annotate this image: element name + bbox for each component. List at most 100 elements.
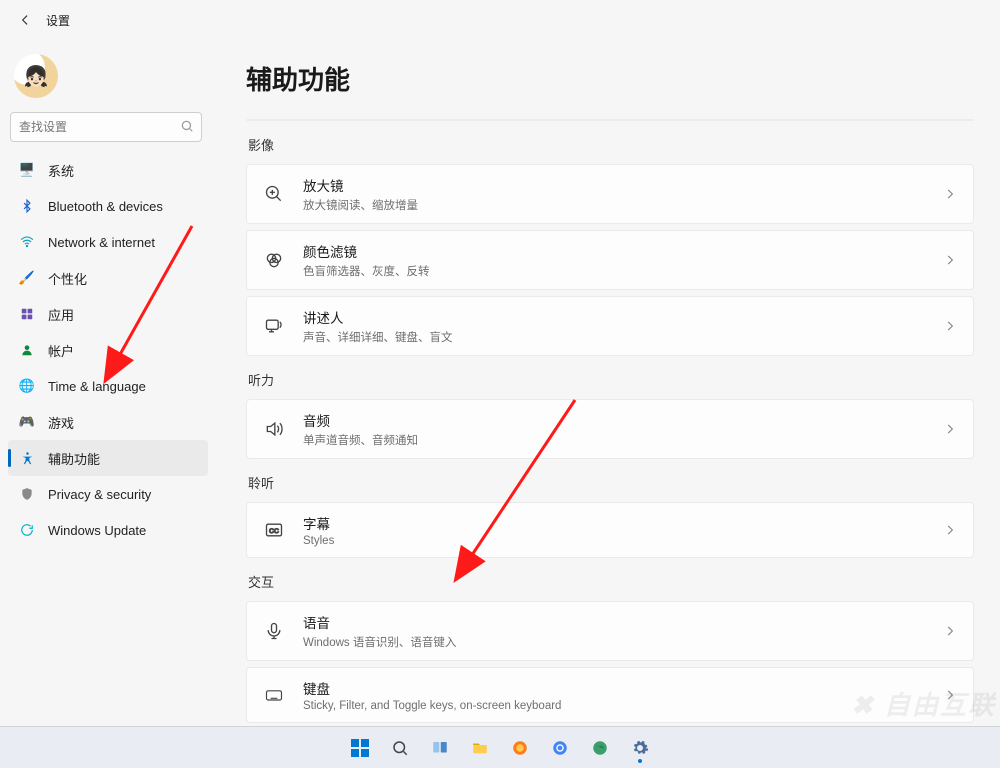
sidebar-item-system[interactable]: 🖥️ 系统 bbox=[8, 152, 208, 188]
gaming-icon: 🎮 bbox=[18, 413, 36, 431]
card-sub: 单声道音频、音频通知 bbox=[303, 432, 943, 448]
card-text: 语音 Windows 语音识别、语音键入 bbox=[303, 612, 943, 650]
sidebar-item-bluetooth[interactable]: Bluetooth & devices bbox=[8, 188, 208, 224]
card-captions[interactable]: CC 字幕 Styles bbox=[246, 502, 974, 558]
sidebar-item-gaming[interactable]: 🎮 游戏 bbox=[8, 404, 208, 440]
card-text: 键盘 Sticky, Filter, and Toggle keys, on-s… bbox=[303, 678, 943, 712]
card-audio[interactable]: 音频 单声道音频、音频通知 bbox=[246, 399, 974, 459]
taskbar-explorer[interactable] bbox=[463, 731, 497, 765]
sidebar-item-apps[interactable]: 应用 bbox=[8, 296, 208, 332]
sidebar-item-label: 应用 bbox=[48, 305, 74, 324]
card-title: 键盘 bbox=[303, 678, 943, 698]
sidebar-item-label: 游戏 bbox=[48, 413, 74, 432]
chevron-right-icon bbox=[943, 624, 957, 638]
card-text: 颜色滤镜 色盲筛选器、灰度、反转 bbox=[303, 241, 943, 279]
sidebar-item-label: 帐户 bbox=[48, 341, 74, 360]
color-filter-icon bbox=[263, 249, 285, 271]
card-title: 字幕 bbox=[303, 513, 943, 533]
header-title: 设置 bbox=[46, 12, 70, 29]
sidebar-item-privacy[interactable]: Privacy & security bbox=[8, 476, 208, 512]
main-content: 辅助功能 影像 放大镜 放大镜阅读、缩放增量 颜色滤镜 色 bbox=[212, 40, 1000, 726]
card-narrator[interactable]: 讲述人 声音、详细详细、键盘、盲文 bbox=[246, 296, 974, 356]
taskbar-browser-chrome[interactable] bbox=[543, 731, 577, 765]
taskbar-app-globe[interactable] bbox=[583, 731, 617, 765]
back-button[interactable] bbox=[12, 7, 38, 33]
card-magnifier[interactable]: 放大镜 放大镜阅读、缩放增量 bbox=[246, 164, 974, 224]
sidebar-item-label: 系统 bbox=[48, 161, 74, 180]
window-header: 设置 bbox=[0, 0, 1000, 40]
card-sub: Styles bbox=[303, 535, 943, 547]
card-title: 语音 bbox=[303, 612, 943, 632]
card-title: 放大镜 bbox=[303, 175, 943, 195]
card-keyboard[interactable]: 键盘 Sticky, Filter, and Toggle keys, on-s… bbox=[246, 667, 974, 723]
sidebar: 👧🏻 🖥️ 系统 Bluetooth & devices bbox=[0, 40, 212, 726]
chevron-right-icon bbox=[943, 253, 957, 267]
card-sub: 放大镜阅读、缩放增量 bbox=[303, 197, 943, 213]
card-title: 音频 bbox=[303, 410, 943, 430]
cc-icon: CC bbox=[263, 519, 285, 541]
taskbar-settings[interactable] bbox=[623, 731, 657, 765]
search-box[interactable] bbox=[10, 112, 202, 142]
brush-icon: 🖌️ bbox=[18, 269, 36, 287]
narrator-icon bbox=[263, 315, 285, 337]
card-sub: 声音、详细详细、键盘、盲文 bbox=[303, 329, 943, 345]
chevron-right-icon bbox=[943, 422, 957, 436]
audio-icon bbox=[263, 418, 285, 440]
sidebar-item-label: Windows Update bbox=[48, 523, 146, 538]
taskbar-start[interactable] bbox=[343, 731, 377, 765]
sidebar-item-label: Time & language bbox=[48, 379, 146, 394]
taskbar bbox=[0, 726, 1000, 768]
card-title: 讲述人 bbox=[303, 307, 943, 327]
card-text: 字幕 Styles bbox=[303, 513, 943, 547]
settings-window: 设置 👧🏻 🖥️ 系统 bbox=[0, 0, 1000, 768]
sidebar-item-label: Privacy & security bbox=[48, 487, 151, 502]
card-title: 颜色滤镜 bbox=[303, 241, 943, 261]
apps-icon bbox=[18, 305, 36, 323]
taskbar-search[interactable] bbox=[383, 731, 417, 765]
update-icon bbox=[18, 521, 36, 539]
section-hearing-label: 听力 bbox=[248, 370, 974, 389]
taskbar-browser-firefox[interactable] bbox=[503, 731, 537, 765]
shield-icon bbox=[18, 485, 36, 503]
wifi-icon bbox=[18, 233, 36, 251]
chevron-right-icon bbox=[943, 688, 957, 702]
system-icon: 🖥️ bbox=[18, 161, 36, 179]
avatar-wrap: 👧🏻 bbox=[8, 46, 208, 112]
sidebar-item-label: 个性化 bbox=[48, 269, 87, 288]
chevron-right-icon bbox=[943, 319, 957, 333]
chevron-right-icon bbox=[943, 187, 957, 201]
magnifier-icon bbox=[263, 183, 285, 205]
search-input[interactable] bbox=[10, 112, 202, 142]
person-icon bbox=[18, 341, 36, 359]
globe-icon: 🌐 bbox=[18, 377, 36, 395]
sidebar-item-label: Network & internet bbox=[48, 235, 155, 250]
card-text: 讲述人 声音、详细详细、键盘、盲文 bbox=[303, 307, 943, 345]
section-interact-label: 交互 bbox=[248, 572, 974, 591]
bluetooth-icon bbox=[18, 197, 36, 215]
divider bbox=[246, 119, 974, 121]
chevron-right-icon bbox=[943, 523, 957, 537]
card-speech[interactable]: 语音 Windows 语音识别、语音键入 bbox=[246, 601, 974, 661]
sidebar-item-windows-update[interactable]: Windows Update bbox=[8, 512, 208, 548]
sidebar-item-personalization[interactable]: 🖌️ 个性化 bbox=[8, 260, 208, 296]
nav-list: 🖥️ 系统 Bluetooth & devices Network & inte… bbox=[8, 152, 208, 548]
taskbar-taskview[interactable] bbox=[423, 731, 457, 765]
search-icon bbox=[180, 119, 194, 133]
accessibility-icon bbox=[18, 449, 36, 467]
card-text: 音频 单声道音频、音频通知 bbox=[303, 410, 943, 448]
section-captions-label: 聆听 bbox=[248, 473, 974, 492]
sidebar-item-accounts[interactable]: 帐户 bbox=[8, 332, 208, 368]
card-text: 放大镜 放大镜阅读、缩放增量 bbox=[303, 175, 943, 213]
sidebar-item-network[interactable]: Network & internet bbox=[8, 224, 208, 260]
sidebar-item-label: 辅助功能 bbox=[48, 449, 100, 468]
page-title: 辅助功能 bbox=[246, 60, 974, 97]
sidebar-item-accessibility[interactable]: 辅助功能 bbox=[8, 440, 208, 476]
card-sub: Sticky, Filter, and Toggle keys, on-scre… bbox=[303, 700, 943, 712]
card-color-filters[interactable]: 颜色滤镜 色盲筛选器、灰度、反转 bbox=[246, 230, 974, 290]
svg-text:CC: CC bbox=[269, 528, 279, 535]
sidebar-item-time-language[interactable]: 🌐 Time & language bbox=[8, 368, 208, 404]
card-sub: 色盲筛选器、灰度、反转 bbox=[303, 263, 943, 279]
card-sub: Windows 语音识别、语音键入 bbox=[303, 634, 943, 650]
mic-icon bbox=[263, 620, 285, 642]
user-avatar[interactable]: 👧🏻 bbox=[14, 54, 58, 98]
